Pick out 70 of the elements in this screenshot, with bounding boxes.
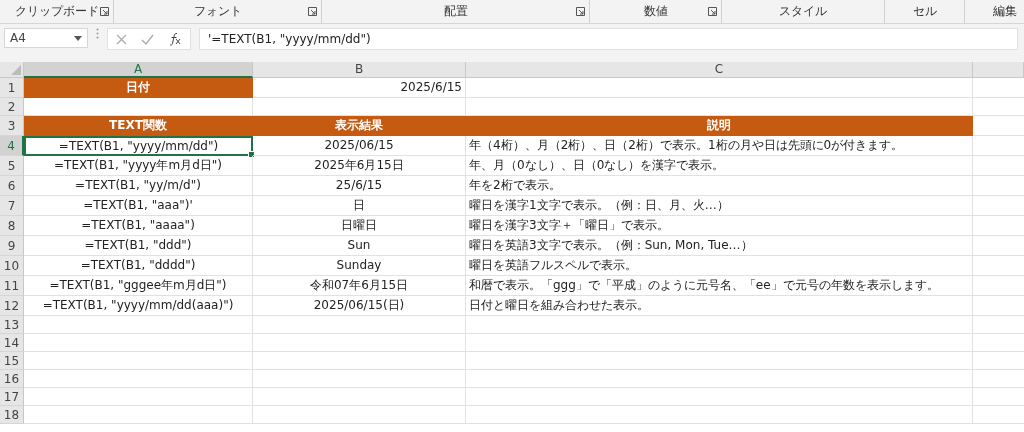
table-cell: 25/6/15 [253,176,466,196]
ribbon-group-label: クリップボード [14,3,99,20]
name-box[interactable]: A4 [4,28,88,48]
table-cell: 曜日を英語3文字で表示。（例：Sun, Mon, Tue…） [466,236,973,256]
check-icon[interactable] [141,33,154,45]
table-cell: 年、月（0なし）、日（0なし）を漢字で表示。 [466,156,973,176]
caret-icon [74,35,82,41]
header-cell: 日付 [24,78,253,98]
row-header[interactable]: 11 [0,276,24,296]
header-cell: TEXT関数 [24,116,253,136]
table-cell: =TEXT(B1, "gggee年m月d日") [24,276,253,296]
table-cell: =TEXT(B1, "yyyy年m月d日") [24,156,253,176]
ribbon-group-label: スタイル [779,3,827,20]
row-header[interactable]: 2 [0,98,24,116]
row-header[interactable]: 13 [0,316,24,334]
table-cell: 令和07年6月15日 [253,276,466,296]
table-cell: 年（4桁）、月（2桁）、日（2桁）で表示。1桁の月や日は先頭に0が付きます。 [466,136,973,156]
row-header[interactable]: 16 [0,370,24,388]
table-cell: =TEXT(B1, "dddd") [24,256,253,276]
row-header[interactable]: 10 [0,256,24,276]
table-cell: =TEXT(B1, "yyyy/mm/dd(aaa)") [24,296,253,316]
ribbon-group-label: 数値 [643,3,668,20]
table-cell: 年を2桁で表示。 [466,176,973,196]
table-cell: 2025/06/15 [253,136,466,156]
table-cell: =TEXT(B1, "yyyy/mm/dd") [24,136,253,156]
ribbon-group-label: セル [912,3,937,20]
table-cell: 日付と曜日を組み合わせた表示。 [466,296,973,316]
drag-handle-icon[interactable] [96,28,99,39]
dialog-launcher-icon[interactable] [308,7,317,16]
row-header[interactable]: 15 [0,352,24,370]
function-icon[interactable] [168,32,182,46]
row-header[interactable]: 8 [0,216,24,236]
table-cell: 曜日を漢字3文字＋「曜日」で表示。 [466,216,973,236]
dialog-launcher-icon[interactable] [576,7,585,16]
table-cell: =TEXT(B1, "aaa")' [24,196,253,216]
row-header[interactable]: 12 [0,296,24,316]
table-cell: 日曜日 [253,216,466,236]
row-header[interactable]: 5 [0,156,24,176]
dialog-launcher-icon[interactable] [708,7,717,16]
column-header[interactable]: A [24,62,253,78]
row-header[interactable]: 1 [0,78,24,98]
table-cell: Sunday [253,256,466,276]
ribbon-group-label: 編集 [992,3,1017,20]
table-cell: 2025/6/15 [253,78,466,98]
dialog-launcher-icon[interactable] [100,7,109,16]
row-header[interactable]: 6 [0,176,24,196]
table-cell: 2025年6月15日 [253,156,466,176]
table-cell: 曜日を英語フルスペルで表示。 [466,256,973,276]
row-header[interactable]: 14 [0,334,24,352]
table-cell: 日 [253,196,466,216]
table-cell: 和暦で表示。「ggg」で「平成」のように元号名、「ee」で元号の年数を表示します。 [466,276,973,296]
row-header[interactable]: 17 [0,388,24,406]
table-cell: =TEXT(B1, "aaaa") [24,216,253,236]
row-header[interactable]: 3 [0,116,24,136]
table-cell: Sun [253,236,466,256]
header-cell: 表示結果 [253,116,466,136]
row-header[interactable]: 9 [0,236,24,256]
ribbon-group-label: フォント [193,3,242,20]
table-cell: 2025/06/15(日) [253,296,466,316]
column-header[interactable]: B [253,62,466,78]
table-cell: =TEXT(B1, "ddd") [24,236,253,256]
row-header[interactable]: 18 [0,406,24,424]
ribbon-group-label: 配置 [443,3,468,20]
column-header[interactable]: C [466,62,973,78]
header-cell: 説明 [466,116,973,136]
formula-field[interactable]: '=TEXT(B1, "yyyy/mm/dd") [199,28,1018,50]
table-cell: =TEXT(B1, "yy/m/d") [24,176,253,196]
table-cell: 曜日を漢字1文字で表示。（例：日、月、火…） [466,196,973,216]
row-header[interactable]: 7 [0,196,24,216]
row-header[interactable]: 4 [0,136,24,156]
